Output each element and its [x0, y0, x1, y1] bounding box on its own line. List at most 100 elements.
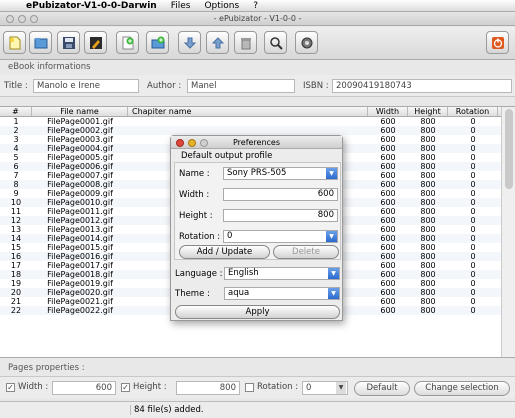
- cell-rotation: 0: [470, 180, 476, 189]
- cell-number: 3: [13, 135, 19, 144]
- delete-button[interactable]: [234, 31, 257, 54]
- move-up-button[interactable]: [206, 31, 229, 54]
- cell-height: 800: [420, 297, 436, 306]
- cell-height: 800: [420, 288, 436, 297]
- change-selection-button[interactable]: Change selection: [414, 381, 510, 396]
- rotation-checkbox[interactable]: [245, 383, 254, 392]
- cell-number: 20: [10, 288, 22, 297]
- quit-button[interactable]: [486, 31, 509, 54]
- height-checkbox[interactable]: ✓: [121, 383, 130, 392]
- cell-number: 21: [10, 297, 22, 306]
- new-document-button[interactable]: [3, 31, 26, 54]
- default-button[interactable]: Default: [354, 381, 410, 396]
- cell-number: 22: [10, 306, 22, 315]
- width-checkbox[interactable]: ✓: [6, 383, 15, 392]
- add-file-icon: [122, 36, 133, 49]
- zoom-window-button[interactable]: [30, 15, 38, 23]
- close-window-button[interactable]: [6, 15, 14, 23]
- cell-rotation: 0: [470, 198, 476, 207]
- add-update-button[interactable]: Add / Update: [179, 245, 270, 259]
- search-button[interactable]: [264, 31, 287, 54]
- cell-rotation: 0: [470, 234, 476, 243]
- table-row[interactable]: 2 FilePage0002.gif 600 800 0: [0, 126, 515, 135]
- add-folder-icon: [151, 36, 164, 48]
- col-file-name[interactable]: File name: [32, 107, 128, 116]
- cell-file-name: FilePage0020.gif: [47, 288, 113, 297]
- status-message: 84 file(s) added.: [130, 405, 204, 415]
- add-file-button[interactable]: [116, 31, 139, 54]
- isbn-field[interactable]: 20090419180743: [332, 79, 512, 93]
- move-up-icon: [211, 36, 224, 48]
- cell-height: 800: [420, 279, 436, 288]
- cell-rotation: 0: [470, 243, 476, 252]
- theme-select[interactable]: aqua ▼: [224, 287, 340, 300]
- dialog-titlebar: Preferences: [171, 136, 342, 149]
- save-button[interactable]: [57, 31, 80, 54]
- search-icon: [269, 36, 283, 50]
- open-button[interactable]: [29, 31, 52, 54]
- pages-properties-panel: ✓ Width : 600 ✓ Height : 800 Rotation : …: [0, 376, 515, 398]
- cell-number: 18: [10, 270, 22, 279]
- pages-height-field[interactable]: 800: [176, 381, 240, 395]
- col-height[interactable]: Height: [408, 107, 448, 116]
- profile-name-select[interactable]: Sony PRS-505 ▼: [223, 167, 338, 180]
- title-field[interactable]: Manolo e Irene: [33, 79, 139, 93]
- cell-rotation: 0: [470, 153, 476, 162]
- profile-width-field[interactable]: 600: [223, 188, 338, 201]
- cell-width: 600: [380, 279, 396, 288]
- menu-help[interactable]: ?: [253, 1, 258, 11]
- table-row[interactable]: 1 FilePage0001.gif 600 800 0: [0, 117, 515, 126]
- save-icon: [62, 36, 75, 49]
- pages-rotation-select[interactable]: 0 ▼: [302, 381, 348, 395]
- cell-height: 800: [420, 243, 436, 252]
- cell-width: 600: [380, 198, 396, 207]
- cell-number: 2: [13, 126, 19, 135]
- col-width[interactable]: Width: [368, 107, 408, 116]
- chevron-down-icon: ▼: [326, 231, 337, 242]
- dialog-minimize-button[interactable]: [188, 139, 196, 147]
- minimize-window-button[interactable]: [18, 15, 26, 23]
- add-folder-button[interactable]: [146, 31, 169, 54]
- menu-files[interactable]: Files: [171, 1, 191, 11]
- profile-rotation-select[interactable]: 0 ▼: [223, 230, 338, 243]
- cell-rotation: 0: [470, 126, 476, 135]
- cell-width: 600: [380, 126, 396, 135]
- cell-number: 11: [10, 207, 22, 216]
- cell-file-name: FilePage0008.gif: [47, 180, 113, 189]
- menu-options[interactable]: Options: [204, 1, 239, 11]
- cell-height: 800: [420, 162, 436, 171]
- edit-button[interactable]: [84, 31, 107, 54]
- cell-rotation: 0: [470, 252, 476, 261]
- open-folder-icon: [34, 37, 47, 48]
- settings-icon: [301, 37, 312, 48]
- cell-width: 600: [380, 261, 396, 270]
- dialog-zoom-button[interactable]: [200, 139, 208, 147]
- cell-height: 800: [420, 225, 436, 234]
- cell-width: 600: [380, 270, 396, 279]
- cell-width: 600: [380, 189, 396, 198]
- window-titlebar: - ePubizator - V1-0-0 -: [0, 12, 515, 26]
- cell-height: 800: [420, 126, 436, 135]
- col-chapiter-name[interactable]: Chapiter name: [128, 107, 368, 116]
- cell-number: 19: [10, 279, 22, 288]
- pages-width-field[interactable]: 600: [52, 381, 116, 395]
- menu-bar: ePubizator-V1-0-0-Darwin Files Options ?: [0, 0, 515, 12]
- app-menu[interactable]: ePubizator-V1-0-0-Darwin: [26, 1, 157, 11]
- language-select[interactable]: English ▼: [224, 267, 340, 280]
- apply-button[interactable]: Apply: [175, 305, 340, 319]
- title-label: Title :: [4, 81, 28, 91]
- cell-number: 5: [13, 153, 19, 162]
- cell-file-name: FilePage0021.gif: [47, 297, 113, 306]
- scrollbar-thumb[interactable]: [505, 109, 513, 189]
- col-rotation[interactable]: Rotation: [448, 107, 498, 116]
- settings-button[interactable]: [295, 31, 318, 54]
- author-field[interactable]: Manel: [187, 79, 295, 93]
- theme-label: Theme :: [175, 289, 210, 299]
- dialog-close-button[interactable]: [176, 139, 184, 147]
- cell-file-name: FilePage0005.gif: [47, 153, 113, 162]
- col-number[interactable]: #: [0, 107, 32, 116]
- profile-height-field[interactable]: 800: [223, 209, 338, 222]
- delete-profile-button[interactable]: Delete: [273, 245, 339, 259]
- move-down-button[interactable]: [178, 31, 201, 54]
- table-scrollbar[interactable]: [501, 107, 515, 357]
